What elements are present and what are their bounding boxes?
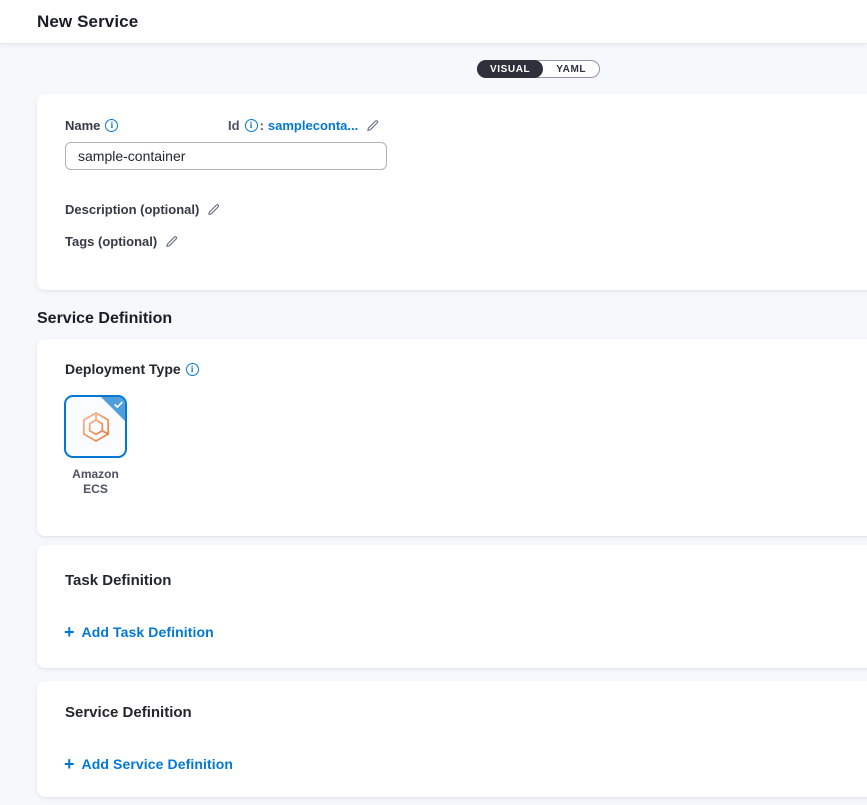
- add-service-definition-button[interactable]: + Add Service Definition: [64, 756, 233, 772]
- task-definition-card: Task Definition + Add Task Definition: [37, 545, 867, 668]
- id-value-link[interactable]: sampleconta...: [268, 118, 358, 133]
- visual-yaml-toggle: VISUAL YAML: [477, 60, 600, 78]
- add-service-definition-label: Add Service Definition: [82, 756, 234, 772]
- plus-icon: +: [64, 756, 75, 772]
- edit-tags-icon[interactable]: [164, 234, 179, 249]
- page-title: New Service: [37, 12, 138, 32]
- tags-label: Tags (optional): [65, 234, 157, 249]
- page: { "header": { "title": "New Service" }, …: [0, 0, 867, 805]
- info-icon[interactable]: [245, 119, 258, 132]
- tags-row: Tags (optional): [65, 234, 179, 249]
- deployment-option-amazon-ecs[interactable]: [64, 395, 127, 458]
- service-name-input[interactable]: [65, 142, 387, 170]
- deployment-type-card: Deployment Type Amazon ECS: [37, 339, 867, 536]
- section-title-service-definition: Service Definition: [37, 310, 172, 328]
- add-task-definition-label: Add Task Definition: [82, 624, 214, 640]
- description-row: Description (optional): [65, 202, 221, 217]
- info-icon[interactable]: [105, 119, 118, 132]
- description-label: Description (optional): [65, 202, 199, 217]
- deployment-option-label: Amazon ECS: [44, 467, 147, 497]
- service-overview-card: Name Id : sampleconta... Description (op…: [37, 94, 867, 290]
- id-label: Id: [228, 118, 240, 133]
- info-icon[interactable]: [186, 363, 199, 376]
- service-definition-card: Service Definition + Add Service Definit…: [37, 681, 867, 797]
- selected-check-icon: [101, 397, 125, 421]
- edit-description-icon[interactable]: [206, 202, 221, 217]
- name-label-row: Name: [65, 118, 118, 133]
- id-colon: :: [260, 118, 264, 133]
- deployment-type-label-row: Deployment Type: [65, 361, 199, 377]
- add-task-definition-button[interactable]: + Add Task Definition: [64, 624, 214, 640]
- name-label: Name: [65, 118, 100, 133]
- id-row: Id : sampleconta...: [228, 118, 380, 133]
- deployment-type-label: Deployment Type: [65, 361, 181, 377]
- service-definition-title: Service Definition: [65, 704, 192, 721]
- task-definition-title: Task Definition: [65, 572, 171, 589]
- tab-yaml[interactable]: YAML: [543, 60, 599, 78]
- page-header: New Service: [0, 0, 867, 44]
- edit-id-icon[interactable]: [365, 118, 380, 133]
- tab-visual[interactable]: VISUAL: [477, 60, 543, 78]
- plus-icon: +: [64, 624, 75, 640]
